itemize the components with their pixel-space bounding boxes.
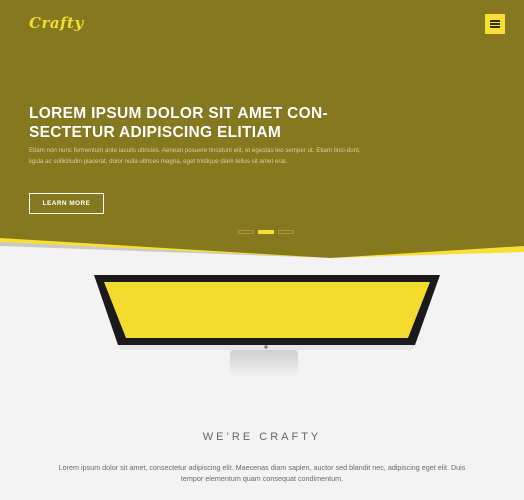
menu-bar xyxy=(490,20,500,22)
logo[interactable]: Crafty xyxy=(29,14,84,32)
imac-illustration xyxy=(0,270,524,382)
hero-title: LOREM IPSUM DOLOR SIT AMET CON-SECTETUR … xyxy=(29,105,328,141)
hero-section: Crafty LOREM IPSUM DOLOR SIT AMET CON-SE… xyxy=(0,0,524,258)
menu-bar xyxy=(490,26,500,28)
hamburger-menu-icon[interactable] xyxy=(485,14,505,34)
menu-bar xyxy=(490,23,500,25)
about-text: Lorem ipsum dolor sit amet, consectetur … xyxy=(58,463,466,483)
hero-description: Etiam non nunc fermentum ante iaculis ul… xyxy=(29,147,361,165)
learn-more-button[interactable]: LEARN MORE xyxy=(29,193,104,214)
about-heading: WE’RE CRAFTY xyxy=(202,431,322,443)
hero-bottom-wedge xyxy=(0,238,524,258)
